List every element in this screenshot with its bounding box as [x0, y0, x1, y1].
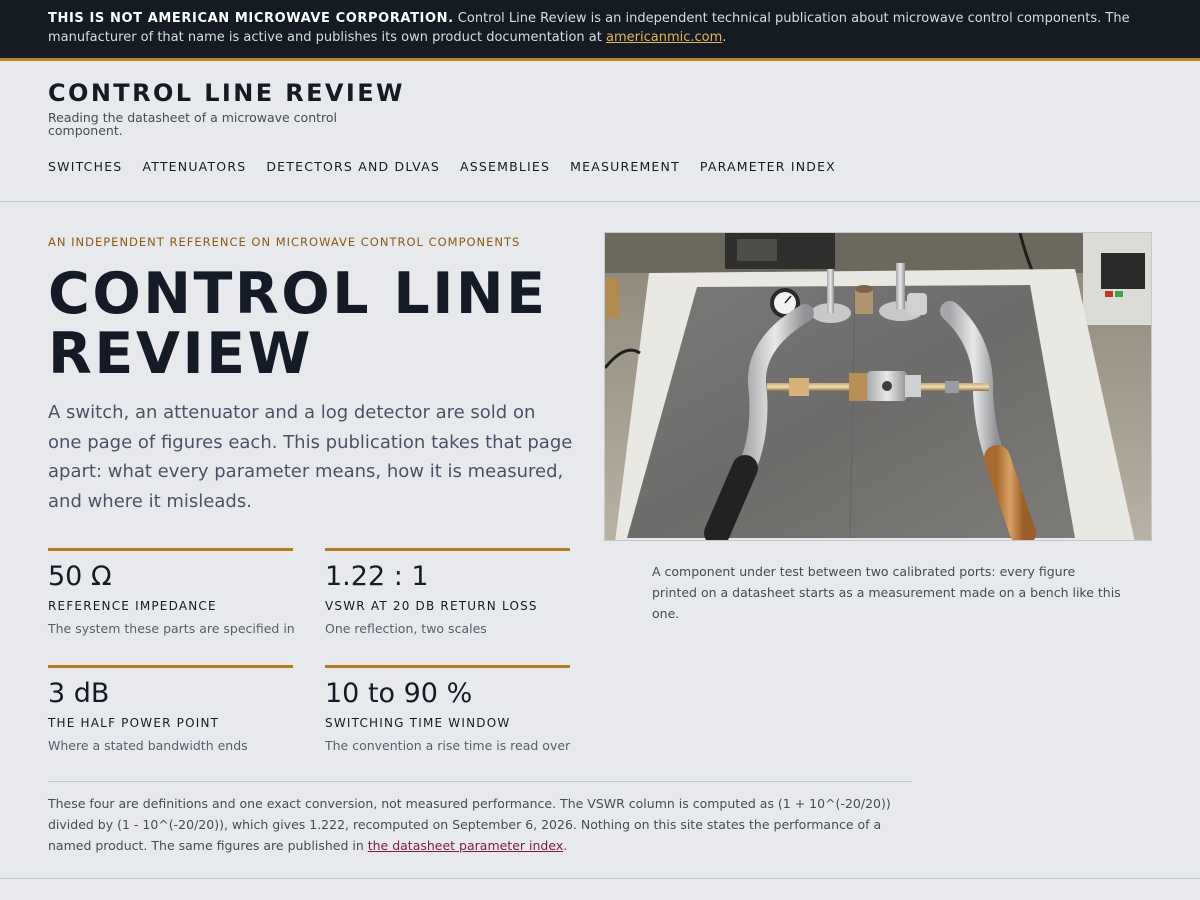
footnote-tail: .	[563, 838, 568, 853]
nav-attenuators[interactable]: ATTENUATORS	[142, 159, 246, 174]
disclaimer-tail: .	[722, 30, 727, 45]
stat-value: 50 Ω	[48, 561, 112, 592]
stat-value: 3 dB	[48, 678, 110, 709]
header-divider	[0, 201, 1200, 202]
stat-switching-time: 10 to 90 % SWITCHING TIME WINDOW The con…	[325, 665, 570, 753]
disclaimer-heading: THIS IS NOT AMERICAN MICROWAVE CORPORATI…	[48, 11, 454, 26]
manufacturer-link[interactable]: americanmic.com	[606, 30, 722, 45]
site-title[interactable]: CONTROL LINE REVIEW	[48, 79, 405, 107]
hero-kicker: AN INDEPENDENT REFERENCE ON MICROWAVE CO…	[48, 235, 521, 249]
nav-measurement[interactable]: MEASUREMENT	[570, 159, 680, 174]
stat-label: VSWR AT 20 DB RETURN LOSS	[325, 599, 538, 613]
stat-vswr: 1.22 : 1 VSWR AT 20 DB RETURN LOSS One r…	[325, 548, 570, 636]
bottom-divider	[0, 878, 1200, 879]
nav-parameter-index[interactable]: PARAMETER INDEX	[700, 159, 836, 174]
nav-assemblies[interactable]: ASSEMBLIES	[460, 159, 550, 174]
site-tagline: Reading the datasheet of a microwave con…	[48, 110, 338, 138]
hero-title: CONTROL LINE REVIEW	[48, 261, 548, 387]
footnote: These four are definitions and one exact…	[48, 793, 918, 856]
parameter-index-link[interactable]: the datasheet parameter index	[368, 838, 564, 853]
photo-caption: A component under test between two calib…	[652, 564, 1121, 621]
stat-note: Where a stated bandwidth ends	[48, 738, 248, 753]
stat-note: One reflection, two scales	[325, 621, 487, 636]
stat-reference-impedance: 50 Ω REFERENCE IMPEDANCE The system thes…	[48, 548, 295, 636]
disclaimer-banner: THIS IS NOT AMERICAN MICROWAVE CORPORATI…	[0, 0, 1200, 61]
nav-detectors-and-dlvas[interactable]: DETECTORS AND DLVAS	[266, 159, 440, 174]
stat-note: The system these parts are specified in	[48, 621, 295, 636]
stat-label: SWITCHING TIME WINDOW	[325, 716, 511, 730]
footnote-divider	[48, 781, 912, 782]
hero-lede: A switch, an attenuator and a log detect…	[48, 402, 573, 512]
stat-label: THE HALF POWER POINT	[48, 716, 220, 730]
bench-photo	[604, 232, 1152, 541]
main-nav: SWITCHES ATTENUATORS DETECTORS AND DLVAS…	[48, 159, 836, 174]
stat-label: REFERENCE IMPEDANCE	[48, 599, 217, 613]
stat-half-power-point: 3 dB THE HALF POWER POINT Where a stated…	[48, 665, 293, 753]
stat-note: The convention a rise time is read over	[325, 738, 571, 753]
stat-value: 1.22 : 1	[325, 561, 429, 592]
stat-value: 10 to 90 %	[325, 678, 473, 709]
nav-switches[interactable]: SWITCHES	[48, 159, 122, 174]
